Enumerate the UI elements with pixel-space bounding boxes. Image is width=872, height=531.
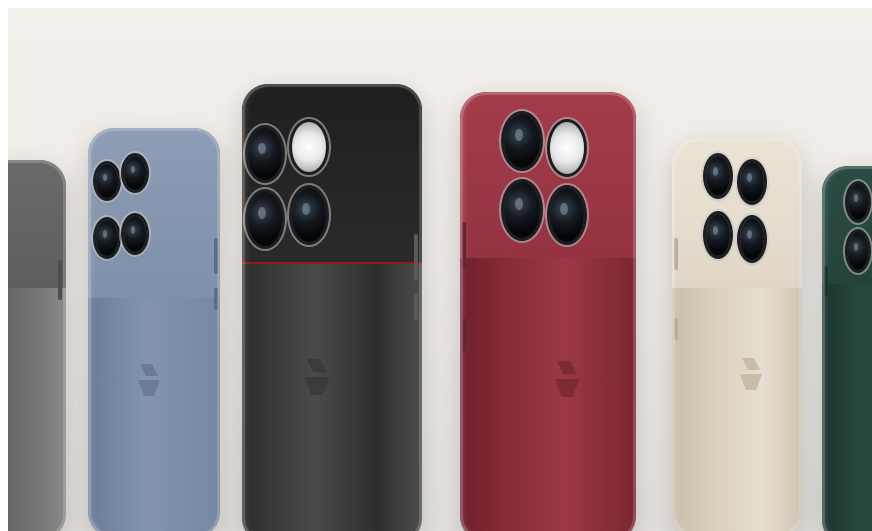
camera-lens-icon bbox=[706, 214, 730, 256]
phone-blue bbox=[88, 128, 220, 531]
phone-gray bbox=[0, 160, 66, 531]
camera-lens-icon bbox=[96, 164, 118, 198]
phone-black bbox=[242, 84, 422, 531]
camera-lens-icon bbox=[248, 192, 282, 246]
phone-red bbox=[460, 92, 636, 531]
camera-lens-icon bbox=[740, 218, 764, 260]
camera-lens-icon bbox=[292, 188, 326, 242]
product-photo bbox=[0, 0, 872, 531]
phone-green bbox=[822, 166, 872, 531]
brand-logo-icon bbox=[138, 364, 160, 396]
camera-lens-icon bbox=[848, 232, 868, 270]
camera-lens-icon bbox=[504, 114, 540, 168]
camera-module bbox=[88, 128, 220, 298]
flash-icon bbox=[292, 122, 326, 172]
flash-icon bbox=[550, 122, 584, 174]
camera-lens-icon bbox=[706, 156, 730, 196]
camera-lens-icon bbox=[124, 216, 146, 252]
camera-lens-icon bbox=[96, 220, 118, 256]
camera-module bbox=[242, 84, 422, 264]
camera-lens-icon bbox=[550, 188, 584, 242]
camera-lens-icon bbox=[124, 156, 146, 190]
camera-module bbox=[822, 166, 872, 284]
brand-logo-icon bbox=[554, 361, 580, 397]
camera-lens-icon bbox=[248, 128, 282, 180]
camera-module bbox=[0, 160, 66, 288]
brand-logo-icon bbox=[304, 359, 330, 395]
camera-lens-icon bbox=[740, 162, 764, 202]
camera-lens-icon bbox=[504, 182, 540, 238]
brand-logo-icon bbox=[740, 358, 762, 390]
camera-module bbox=[460, 92, 636, 258]
camera-lens-icon bbox=[848, 184, 868, 220]
camera-module bbox=[672, 138, 802, 288]
phone-champagne bbox=[672, 138, 802, 531]
